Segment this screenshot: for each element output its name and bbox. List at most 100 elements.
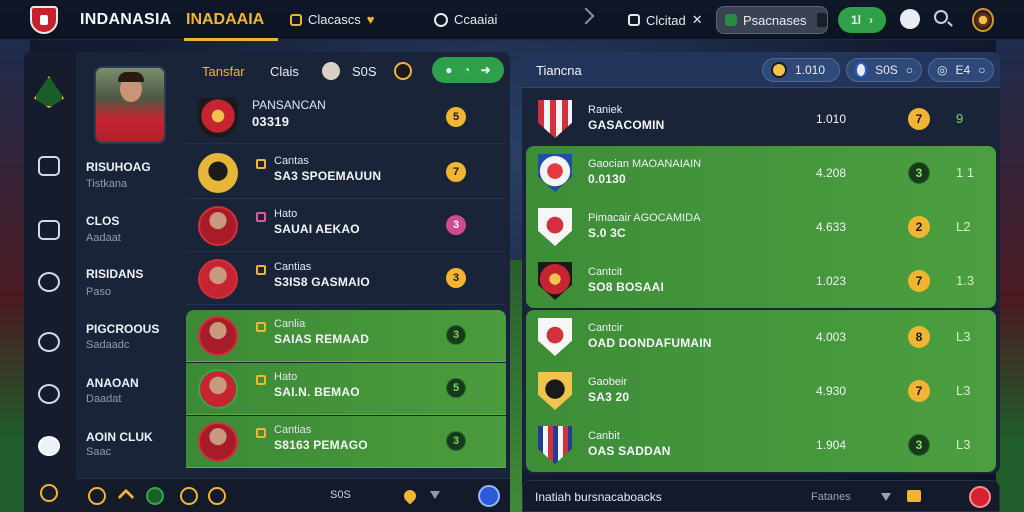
notification-pill[interactable]: 1l › [838, 7, 886, 33]
check-circle-icon [434, 12, 448, 27]
toggle-icon[interactable] [38, 436, 60, 456]
clipboard-icon[interactable] [38, 156, 60, 176]
player-name: PANSANCAN [252, 98, 326, 112]
row-label: Gaobeir [588, 376, 628, 388]
standings-panel: Tiancna 1.010 S0S ○ ◎ E4 ○ Raniek GASACO… [522, 52, 1000, 474]
search-icon[interactable] [934, 10, 948, 24]
club-crest [538, 318, 572, 356]
ball-icon[interactable] [38, 384, 60, 404]
table-row[interactable]: Pimacair AGOCAMIDA S.0 3C 4.633 2 L2 [526, 200, 996, 254]
record-button[interactable] [969, 486, 991, 508]
nav-clients[interactable]: Clcitad ✕ [628, 12, 703, 28]
list-item[interactable]: Cantias S3IS8 GASMAIO 3 [186, 253, 506, 305]
tab-sos[interactable]: S0S [352, 64, 377, 79]
list-item-selected[interactable]: Canlia SAIAS REMAAD 3 [186, 310, 506, 362]
featured-player-row[interactable]: PANSANCAN 03319 5 [186, 92, 506, 144]
heart-icon[interactable] [401, 487, 419, 505]
rating-badge: 7 [908, 108, 930, 130]
club-shield-icon[interactable] [30, 6, 58, 34]
row-label: Hato [274, 208, 298, 220]
profile-pill[interactable]: Psacnases [716, 6, 828, 34]
tag-icon [256, 428, 266, 438]
row-value: 1.904 [816, 438, 847, 452]
footer-label: Fatanes [811, 491, 851, 503]
standings-header: Tiancna 1.010 S0S ○ ◎ E4 ○ [522, 52, 1000, 88]
table-row[interactable]: Cantcir OAD DONDAFUMAIN 4.003 8 L3 [526, 310, 996, 364]
row-value: 4.633 [816, 220, 847, 234]
list-item[interactable]: Cantas SA3 SPOEMAUUN 7 [186, 147, 506, 199]
circle-icon: ○ [905, 63, 913, 77]
nav-search[interactable]: Ccaaiai [434, 12, 497, 27]
jersey-icon[interactable] [38, 220, 60, 240]
helmet-icon[interactable] [38, 272, 60, 292]
club-crest [538, 154, 572, 192]
row-label: Pimacair AGOCAMIDA [588, 212, 701, 224]
table-row[interactable]: Raniek GASACOMIN 1.010 7 9 [526, 92, 996, 146]
rating-badge: 3 [446, 268, 466, 288]
nav-clubs-label: Clacascs [308, 12, 361, 27]
stadium-background-right [996, 40, 1024, 512]
star-icon[interactable] [208, 487, 226, 505]
active-tab-underline [184, 38, 278, 41]
refresh-button[interactable] [478, 485, 500, 507]
club-crest-icon[interactable] [972, 8, 994, 32]
app-logo-icon[interactable] [34, 76, 64, 108]
table-row[interactable]: Gaobeir SA3 20 4.930 7 L3 [526, 364, 996, 418]
club-crest [538, 426, 572, 464]
panel-title: Tiancna [536, 63, 582, 78]
side-label-sub: Saac [86, 446, 112, 458]
row-label: Cantcir [588, 322, 623, 334]
tab-transfer[interactable]: Tansfar [202, 64, 245, 79]
list-item-selected[interactable]: Hato SAI.N. BEMAO 5 [186, 363, 506, 415]
ball-mini-icon[interactable] [322, 62, 340, 80]
target-icon[interactable] [38, 332, 60, 352]
ball-icon [855, 62, 868, 78]
tab-clubs[interactable]: Clais [270, 64, 299, 79]
left-rail [24, 52, 76, 512]
coin-icon[interactable] [40, 484, 58, 502]
table-row[interactable]: Canbit OAS SADDAN 1.904 3 L3 [526, 418, 996, 472]
nav-tab-active[interactable]: INADAAIA [186, 11, 264, 29]
dropdown-icon[interactable] [881, 493, 891, 501]
dropdown-icon[interactable] [430, 491, 440, 499]
side-label-title: ANAOAN [86, 376, 139, 390]
rating-badge: 7 [908, 270, 930, 292]
table-row[interactable]: Cantcit SO8 BOSAAI 1.023 7 1.3 [526, 254, 996, 308]
club-crest [538, 372, 572, 410]
tag-icon [256, 159, 266, 169]
crest-mini-icon[interactable] [394, 62, 412, 80]
row-label: Canlia [274, 318, 306, 330]
chevron-down-icon[interactable] [577, 7, 595, 25]
help-icon[interactable] [900, 9, 920, 29]
row-value: SAUAI AEKAO [274, 222, 360, 236]
shield-icon[interactable] [146, 487, 164, 505]
list-item[interactable]: Hato SAUAI AEKAO 3 [186, 200, 506, 252]
player-photo[interactable] [94, 66, 166, 144]
row-label: Cantcit [588, 266, 623, 278]
row-value: SA3 SPOEMAUUN [274, 169, 382, 183]
folder-icon[interactable] [907, 490, 921, 502]
rating-badge: 8 [908, 326, 930, 348]
rating-badge: 7 [908, 380, 930, 402]
list-item-selected[interactable]: Cantias S8163 PEMAGO 3 [186, 416, 506, 468]
side-label-title: CLOS [86, 214, 120, 228]
filter-chip[interactable]: ◎ E4 ○ [928, 58, 994, 82]
circle-icon: ◎ [937, 63, 948, 77]
filter-chip[interactable]: S0S ○ [846, 58, 922, 82]
clock-icon[interactable] [180, 487, 198, 505]
row-value: 4.208 [816, 166, 847, 180]
table-row[interactable]: Gaocian MAOANAIAIN 0.0130 4.208 3 1 1 [526, 146, 996, 200]
rating-badge: 3 [446, 215, 466, 235]
filter-chip[interactable]: 1.010 [762, 58, 840, 82]
rating-badge: 3 [446, 325, 466, 345]
profile-pill-label: Psacnases [742, 12, 807, 28]
row-rank: 1.3 [956, 273, 975, 288]
coin-icon[interactable] [88, 487, 106, 505]
club-crest [538, 208, 572, 246]
nav-clubs[interactable]: Clacascs ♥ [290, 12, 374, 27]
chevron-up-icon[interactable] [117, 488, 135, 506]
row-value: SAIAS REMAAD [274, 332, 370, 346]
filter-pill[interactable]: ● ◔ ➜ [432, 57, 504, 83]
row-rank: L2 [956, 219, 971, 234]
rating-badge: 2 [908, 216, 930, 238]
